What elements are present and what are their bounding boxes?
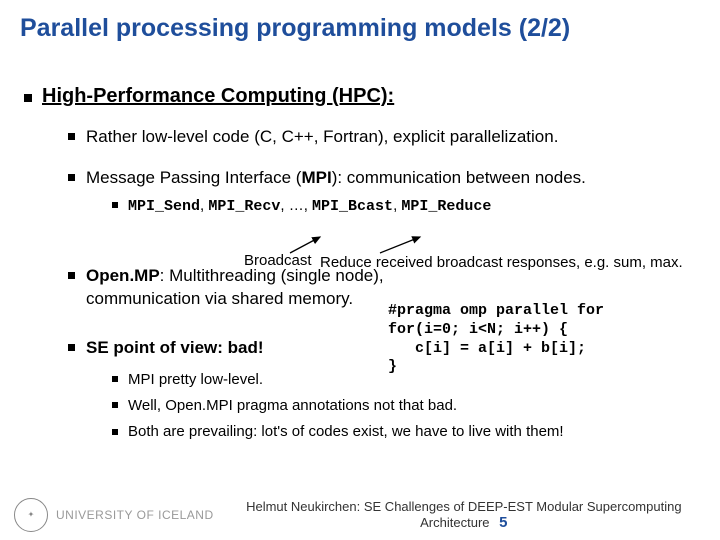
code-mpi-recv: MPI_Recv	[208, 198, 280, 215]
mpi-text-prefix: Message Passing Interface (	[86, 168, 301, 187]
openmp-code-block: #pragma omp parallel for for(i=0; i<N; i…	[388, 302, 604, 377]
university-name: UNIVERSITY OF ICELAND	[56, 508, 214, 522]
sub-openmpi-notbad: Well, Open.MPI pragma annotations not th…	[112, 396, 706, 416]
bullet-se-bad: SE point of view: bad! MPI pretty low-le…	[68, 337, 706, 443]
footer-citation-text: Helmut Neukirchen: SE Challenges of DEEP…	[246, 499, 681, 530]
page-number: 5	[499, 514, 507, 531]
mpi-text-suffix: ): communication between nodes.	[332, 168, 586, 187]
mpi-codes: MPI_Send, MPI_Recv, …, MPI_Bcast, MPI_Re…	[112, 196, 706, 217]
bullet-mpi: Message Passing Interface (MPI): communi…	[68, 167, 706, 217]
annotation-reduce: Reduce received broadcast responses, e.g…	[320, 254, 683, 271]
mpi-abbr: MPI	[301, 168, 331, 187]
code-mpi-reduce: MPI_Reduce	[401, 198, 491, 215]
code-mpi-send: MPI_Send	[128, 198, 200, 215]
code-mpi-bcast: MPI_Bcast	[312, 198, 393, 215]
code-ellipsis: , …,	[280, 197, 312, 214]
footer: ✦ UNIVERSITY OF ICELAND Helmut Neukirche…	[0, 498, 720, 532]
openmp-rest2: communication via shared memory.	[86, 289, 353, 308]
footer-citation: Helmut Neukirchen: SE Challenges of DEEP…	[222, 499, 706, 531]
slide-content: High-Performance Computing (HPC): Rather…	[0, 53, 720, 443]
section-heading-text: High-Performance Computing (HPC):	[42, 85, 394, 107]
slide-title: Parallel processing programming models (…	[0, 0, 720, 53]
sub-prevailing: Both are prevailing: lot's of codes exis…	[112, 422, 706, 442]
university-seal-icon: ✦	[14, 498, 48, 532]
openmp-name: Open.MP	[86, 266, 160, 285]
annotation-broadcast: Broadcast	[244, 252, 312, 269]
bullet-openmp: Open.MP: Multithreading (single node), c…	[68, 265, 706, 311]
bullet-low-level: Rather low-level code (C, C++, Fortran),…	[68, 126, 706, 149]
se-bad-text: SE point of view: bad!	[86, 338, 264, 357]
